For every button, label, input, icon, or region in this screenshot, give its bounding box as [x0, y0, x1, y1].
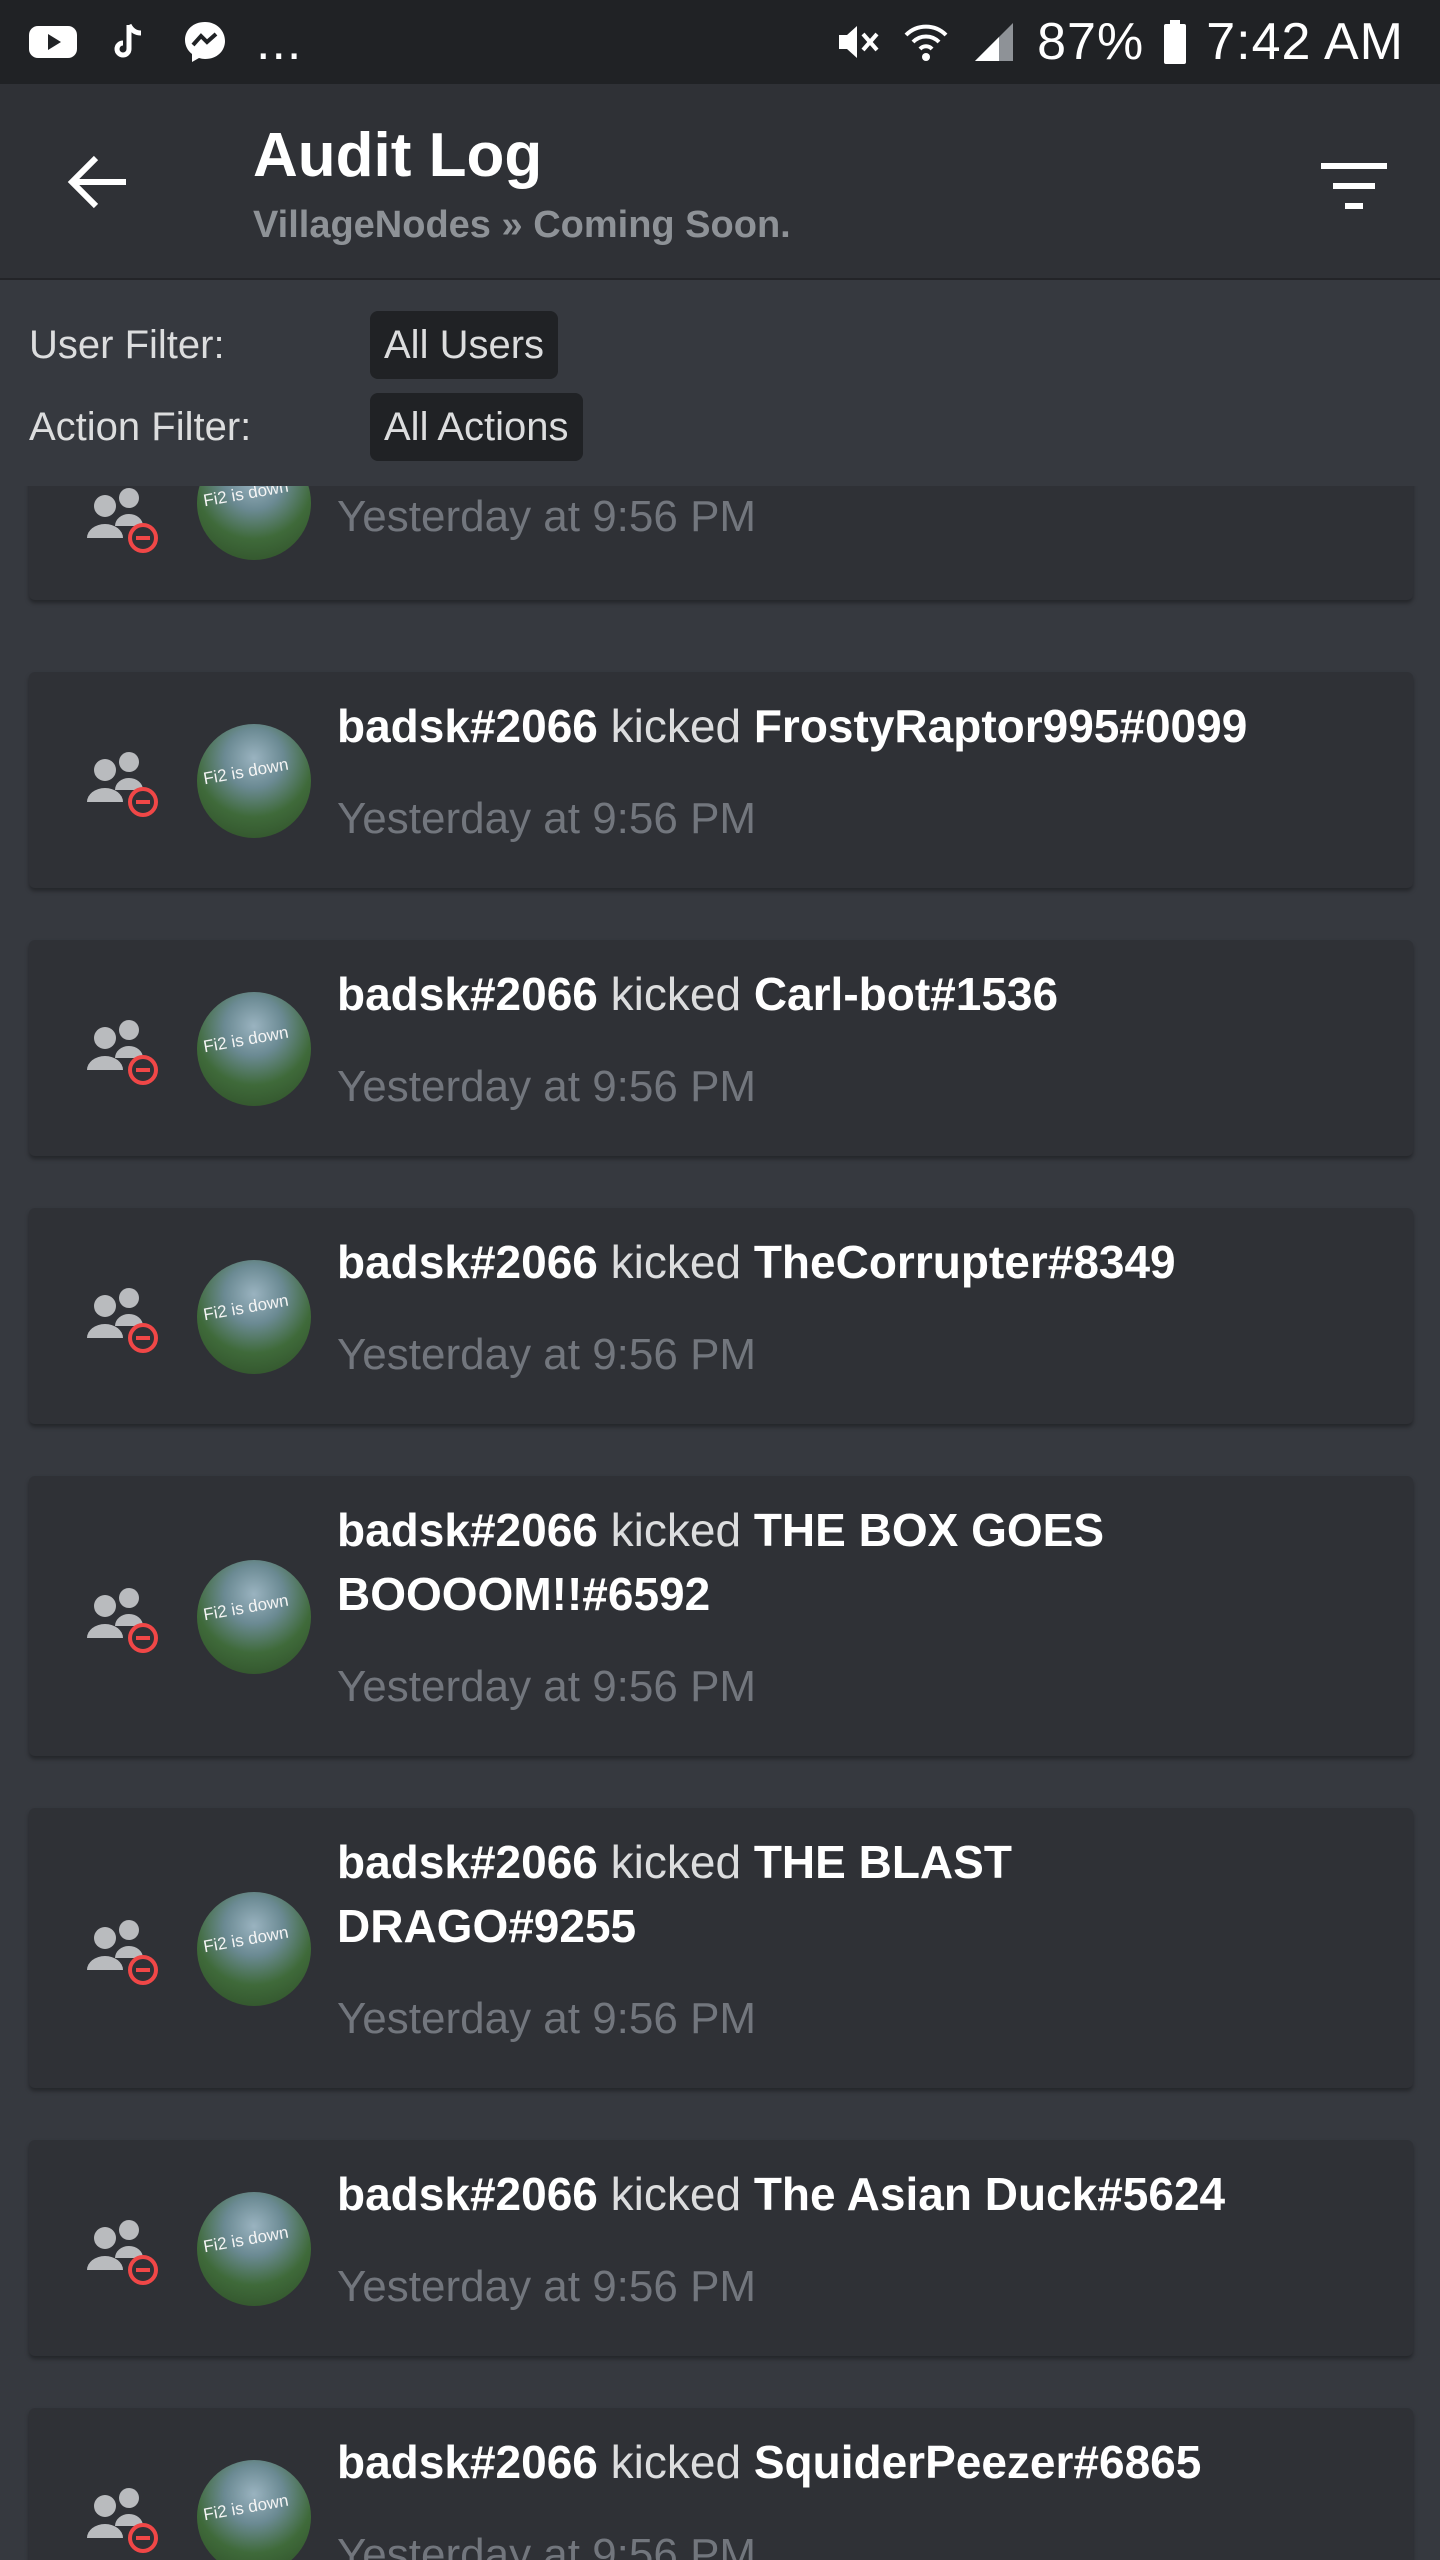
avatar: Fi2 is down	[197, 486, 311, 560]
clock: 7:42 AM	[1206, 13, 1404, 71]
actor-name[interactable]: badsk#2066	[337, 1236, 598, 1288]
member-kick-icon	[83, 2486, 163, 2556]
log-entry[interactable]: Fi2 is down badsk#2066 kicked FrostyRapt…	[29, 672, 1413, 888]
action-verb: kicked	[610, 1236, 742, 1288]
member-kick-icon	[83, 750, 163, 820]
avatar: Fi2 is down	[197, 2460, 311, 2560]
action-filter-label: Action Filter:	[29, 404, 252, 449]
user-filter-select[interactable]: All Users	[370, 311, 559, 379]
action-verb: kicked	[610, 700, 742, 752]
log-entry[interactable]: Fi2 is down badsk#2066 kicked THE BLAST …	[29, 1808, 1413, 2088]
page-title: Audit Log	[253, 121, 543, 190]
avatar: Fi2 is down	[197, 1892, 311, 2006]
target-name[interactable]: TheCorrupter#8349	[754, 1236, 1176, 1288]
more-notifications: ...	[256, 13, 303, 71]
signal-icon	[969, 19, 1019, 65]
entry-text: badsk#2066 kicked The Asian Duck#5624	[337, 2162, 1377, 2226]
action-verb: kicked	[610, 1504, 742, 1556]
member-kick-icon	[83, 1018, 163, 1088]
entry-timestamp: Yesterday at 9:56 PM	[337, 1662, 757, 1711]
entry-text: badsk#2066 kicked THE BOX GOES BOOOOM!!#…	[337, 1498, 1137, 1626]
avatar: Fi2 is down	[197, 2192, 311, 2306]
system-icons: 87% 7:42 AM	[833, 12, 1404, 72]
target-name[interactable]: FrostyRaptor995#0099	[754, 700, 1247, 752]
messenger-icon	[180, 19, 230, 65]
entry-timestamp: Yesterday at 9:56 PM	[337, 492, 757, 541]
target-name[interactable]: The Asian Duck#5624	[754, 2168, 1225, 2220]
actor-name[interactable]: badsk#2066	[337, 1836, 598, 1888]
entry-timestamp: Yesterday at 9:56 PM	[337, 2262, 757, 2311]
notification-icons: ...	[28, 12, 302, 72]
member-kick-icon	[83, 2218, 163, 2288]
actor-name[interactable]: badsk#2066	[337, 2168, 598, 2220]
entry-text: badsk#2066 kicked SquiderPeezer#6865	[337, 2430, 1377, 2494]
entry-timestamp: Yesterday at 9:56 PM	[337, 1062, 757, 1111]
back-button[interactable]	[58, 144, 138, 224]
user-filter-label: User Filter:	[29, 322, 225, 367]
actor-name[interactable]: badsk#2066	[337, 2436, 598, 2488]
avatar: Fi2 is down	[197, 1560, 311, 1674]
log-entry[interactable]: Fi2 is down badsk#2066 kicked SquiderPee…	[29, 2408, 1413, 2560]
action-verb: kicked	[610, 968, 742, 1020]
wifi-icon	[901, 19, 951, 65]
youtube-icon	[28, 19, 78, 65]
log-entry[interactable]: Fi2 is down badsk#2066 kicked The Asian …	[29, 2140, 1413, 2356]
filter-button[interactable]	[1314, 148, 1394, 228]
action-filter-select[interactable]: All Actions	[370, 393, 583, 461]
audit-log-list: Fi2 is down Yesterday at 9:56 PM Fi2 is …	[0, 486, 1440, 2560]
action-verb: kicked	[610, 1836, 742, 1888]
entry-timestamp: Yesterday at 9:56 PM	[337, 2530, 757, 2560]
mute-icon	[833, 19, 883, 65]
entry-text: badsk#2066 kicked THE BLAST DRAGO#9255	[337, 1830, 1037, 1958]
member-kick-icon	[83, 1586, 163, 1656]
log-entry[interactable]: Fi2 is down badsk#2066 kicked THE BOX GO…	[29, 1476, 1413, 1756]
avatar: Fi2 is down	[197, 724, 311, 838]
battery-icon	[1162, 19, 1188, 65]
target-name[interactable]: SquiderPeezer#6865	[754, 2436, 1202, 2488]
battery-percent: 87%	[1037, 13, 1145, 71]
page-subtitle: VillageNodes » Coming Soon.	[253, 204, 791, 246]
entry-text: badsk#2066 kicked FrostyRaptor995#0099	[337, 694, 1377, 758]
user-filter-row: User Filter: All Users	[0, 310, 1440, 380]
entry-timestamp: Yesterday at 9:56 PM	[337, 794, 757, 843]
arrow-left-icon	[66, 154, 130, 215]
status-bar: ... 87% 7:42 AM	[0, 0, 1440, 84]
log-entry[interactable]: Fi2 is down badsk#2066 kicked Carl-bot#1…	[29, 940, 1413, 1156]
member-kick-icon	[83, 1918, 163, 1988]
action-filter-row: Action Filter: All Actions	[0, 392, 1440, 462]
entry-text: badsk#2066 kicked Carl-bot#1536	[337, 962, 1377, 1026]
entry-text: badsk#2066 kicked TheCorrupter#8349	[337, 1230, 1377, 1294]
filter-panel: User Filter: All Users Action Filter: Al…	[0, 280, 1440, 486]
filter-icon	[1321, 161, 1387, 216]
member-kick-icon	[83, 1286, 163, 1356]
log-entry[interactable]: Fi2 is down badsk#2066 kicked TheCorrupt…	[29, 1208, 1413, 1424]
app-header: Audit Log VillageNodes » Coming Soon.	[0, 84, 1440, 280]
entry-timestamp: Yesterday at 9:56 PM	[337, 1330, 757, 1379]
action-verb: kicked	[610, 2436, 742, 2488]
action-verb: kicked	[610, 2168, 742, 2220]
entry-timestamp: Yesterday at 9:56 PM	[337, 1994, 757, 2043]
member-kick-icon	[83, 486, 163, 556]
actor-name[interactable]: badsk#2066	[337, 1504, 598, 1556]
actor-name[interactable]: badsk#2066	[337, 968, 598, 1020]
avatar: Fi2 is down	[197, 1260, 311, 1374]
avatar: Fi2 is down	[197, 992, 311, 1106]
tiktok-icon	[104, 19, 154, 65]
target-name[interactable]: Carl-bot#1536	[754, 968, 1058, 1020]
actor-name[interactable]: badsk#2066	[337, 700, 598, 752]
log-entry[interactable]: Fi2 is down Yesterday at 9:56 PM	[29, 486, 1413, 600]
